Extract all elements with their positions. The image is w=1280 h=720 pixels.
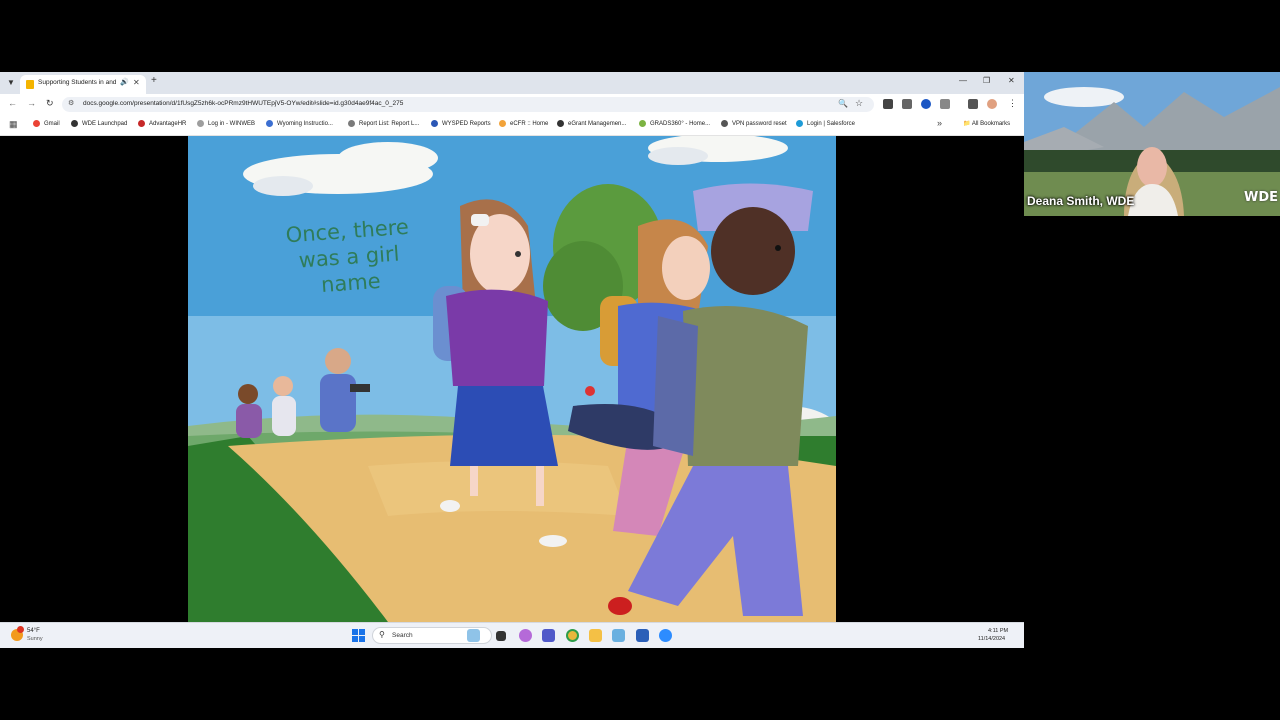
speaker-icon[interactable]: 🔊: [120, 78, 129, 86]
browser-toolbar: ← → ↻ ⚙ docs.google.com/presentation/d/1…: [0, 94, 1024, 114]
gmail-icon: [33, 120, 40, 127]
bookmark-icon: [197, 120, 204, 127]
tab-strip: ▼ Supporting Students in and 🔊 ✕ + — ❐ ✕: [0, 72, 1024, 94]
windows-taskbar: 54°F Sunny ⚲ Search 4:11 PM 11/14/2024: [0, 622, 1024, 648]
menu-kebab-icon[interactable]: ⋮: [1008, 98, 1017, 109]
tab-search-icon[interactable]: ▼: [4, 76, 18, 90]
bookmark-item[interactable]: Gmail: [33, 120, 60, 127]
back-icon[interactable]: ←: [8, 98, 17, 108]
close-window-icon[interactable]: ✕: [1008, 76, 1015, 85]
tab-title: Supporting Students in and: [38, 79, 117, 86]
zoom-icon[interactable]: 🔍: [838, 99, 848, 108]
bookmark-item[interactable]: Login | Salesforce: [796, 120, 855, 127]
folder-icon: 📁: [963, 121, 972, 127]
clock-time[interactable]: 4:11 PM: [988, 628, 1008, 634]
bookmark-item[interactable]: WYSPED Reports: [431, 120, 491, 127]
presentation-area: Once, there was a girl name: [0, 136, 1024, 622]
search-label: Search: [392, 632, 413, 639]
site-info-icon[interactable]: ⚙: [68, 99, 74, 107]
bookmark-item[interactable]: Report List: Report L...: [348, 120, 419, 127]
screen-share: ▼ Supporting Students in and 🔊 ✕ + — ❐ ✕…: [0, 72, 1024, 648]
widgets-app-icon[interactable]: [467, 629, 480, 642]
copilot-app-icon[interactable]: [519, 629, 532, 642]
reading-list-icon[interactable]: [968, 99, 978, 109]
file-explorer-icon[interactable]: [589, 629, 602, 642]
profile-avatar-icon[interactable]: [987, 99, 997, 109]
bookmark-item[interactable]: GRADS360° - Home...: [639, 120, 710, 127]
bookmark-icon: [348, 120, 355, 127]
url-text: docs.google.com/presentation/d/1fUsgZ5zh…: [83, 100, 404, 107]
slide-illustration: [188, 136, 836, 622]
chrome-app-icon[interactable]: [566, 629, 579, 642]
bookmark-icon: [721, 120, 728, 127]
extension-icon[interactable]: [902, 99, 912, 109]
bookmark-item[interactable]: eGrant Managemen...: [557, 120, 626, 127]
bookmark-item[interactable]: Wyoming Instructio...: [266, 120, 333, 127]
extensions-puzzle-icon[interactable]: [940, 99, 950, 109]
windows-start-icon[interactable]: [352, 629, 365, 642]
extension-icon[interactable]: [883, 99, 893, 109]
snipping-tool-icon[interactable]: [612, 629, 625, 642]
salesforce-icon: [796, 120, 803, 127]
bookmark-icon: [499, 120, 506, 127]
bookmark-item[interactable]: eCFR :: Home: [499, 120, 548, 127]
reload-icon[interactable]: ↻: [46, 98, 54, 109]
weather-temperature[interactable]: 54°F: [27, 628, 40, 634]
address-bar[interactable]: ⚙ docs.google.com/presentation/d/1fUsgZ5…: [62, 97, 874, 112]
teams-app-icon[interactable]: [542, 629, 555, 642]
slide-canvas[interactable]: Once, there was a girl name: [188, 136, 836, 622]
new-tab-button[interactable]: +: [151, 75, 157, 86]
all-bookmarks-button[interactable]: 📁 All Bookmarks: [963, 120, 1010, 127]
participant-name: Deana Smith, WDE: [1027, 194, 1135, 208]
notification-badge: [17, 626, 24, 633]
slides-favicon-icon: [26, 80, 34, 89]
bookmark-item[interactable]: VPN password reset: [721, 120, 787, 127]
more-bookmarks-icon[interactable]: »: [937, 118, 942, 128]
weather-condition[interactable]: Sunny: [27, 636, 43, 642]
bookmark-icon: [639, 120, 646, 127]
bookmark-icon: [71, 120, 78, 127]
zoom-app-icon[interactable]: [659, 629, 672, 642]
apps-grid-icon[interactable]: ▦: [9, 120, 18, 129]
bookmark-icon: [557, 120, 564, 127]
bookmark-item[interactable]: AdvantageHR: [138, 120, 186, 127]
close-tab-icon[interactable]: ✕: [133, 78, 140, 87]
word-app-icon[interactable]: [636, 629, 649, 642]
forward-icon[interactable]: →: [27, 98, 36, 108]
minimize-icon[interactable]: —: [959, 76, 967, 85]
clock-date[interactable]: 11/14/2024: [978, 636, 1005, 642]
restore-icon[interactable]: ❐: [983, 76, 990, 85]
tab-active[interactable]: Supporting Students in and 🔊 ✕: [20, 75, 146, 94]
task-view-icon[interactable]: [496, 631, 506, 641]
slide-story-text: Once, there was a girl name: [284, 214, 410, 297]
bookmark-icon: [138, 120, 145, 127]
bookmark-item[interactable]: WDE Launchpad: [71, 120, 127, 127]
bookmark-star-icon[interactable]: ☆: [855, 98, 863, 109]
bookmarks-bar: ▦ Gmail WDE Launchpad AdvantageHR Log in…: [0, 114, 1024, 136]
wde-logo: WDE: [1244, 190, 1279, 205]
participant-video[interactable]: Deana Smith, WDE WDE: [1024, 72, 1280, 216]
bookmark-item[interactable]: Log in - WINWEB: [197, 120, 255, 127]
bookmark-icon: [266, 120, 273, 127]
search-icon: ⚲: [379, 630, 385, 639]
extension-icon[interactable]: [921, 99, 931, 109]
bookmark-icon: [431, 120, 438, 127]
